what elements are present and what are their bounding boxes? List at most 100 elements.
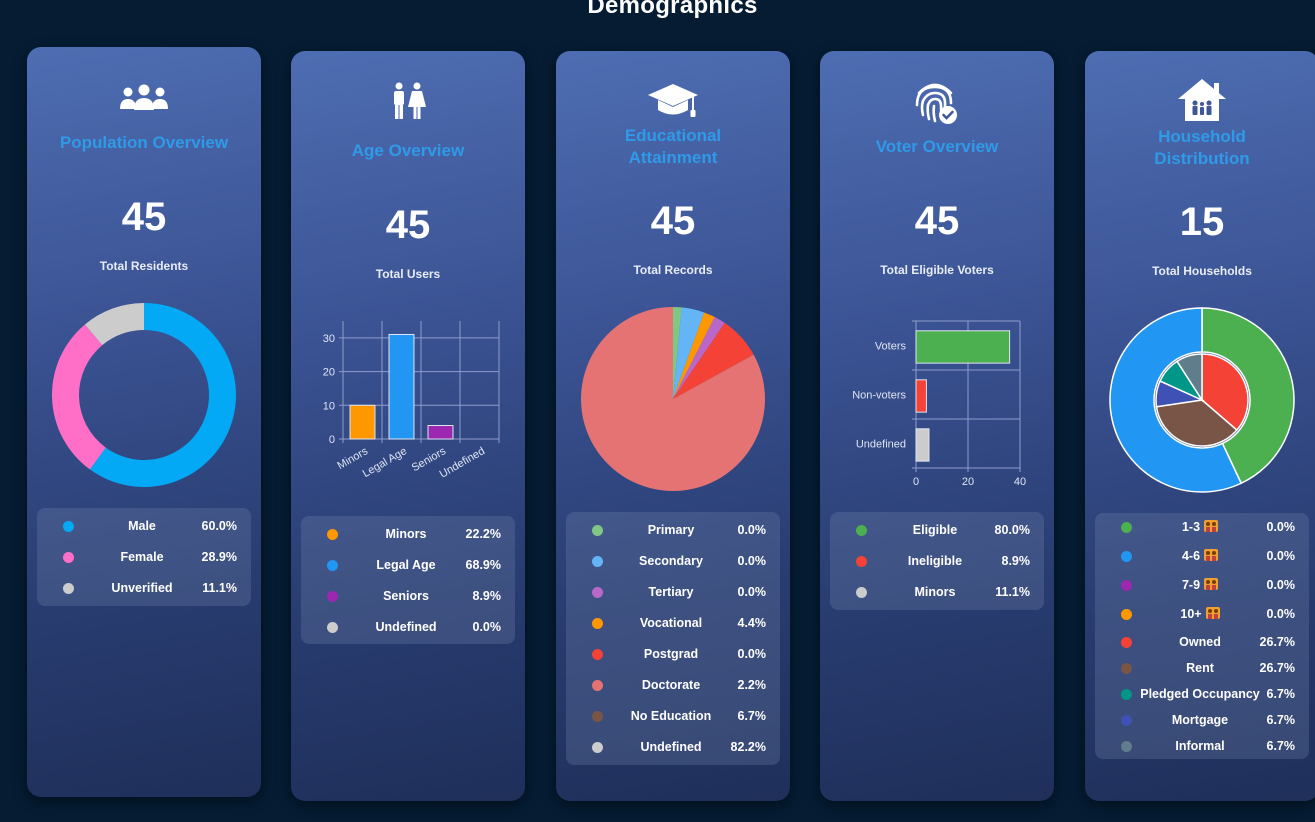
legend-label: Legal Age	[376, 558, 436, 572]
legend-label: Ineligible	[907, 554, 963, 568]
slice-female	[51, 324, 106, 470]
legend-item-seniors: Seniors 8.9%	[301, 587, 515, 607]
x-tick-label: 0	[913, 476, 919, 488]
card-title-line1: Educational	[624, 126, 722, 145]
bar-seniors	[427, 425, 454, 440]
family-icon	[1204, 578, 1219, 590]
legend-value: 8.9%	[472, 589, 502, 603]
legend-dot	[592, 587, 603, 598]
legend-item-mortgage: Mortgage 6.7%	[1095, 711, 1309, 731]
legend-item-10-plus: 10+ 0.0%	[1095, 605, 1309, 625]
total-residents-count: 45	[121, 195, 167, 239]
bar-undefined	[915, 428, 930, 462]
legend-value: 26.7%	[1259, 661, 1295, 675]
card-title-line2: Attainment	[628, 148, 718, 167]
x-tick-label: 20	[962, 476, 974, 488]
house-family-icon	[1085, 77, 1315, 128]
x-tick-label: Legal Age	[361, 445, 409, 480]
household-legend: 1-3 0.0% 4-6 0.0% 7-9 0.0% 10+ 0.0% Owne…	[1095, 513, 1309, 759]
legend-item-tertiary: Tertiary 0.0%	[566, 583, 780, 603]
y-tick-label: 0	[329, 434, 335, 446]
legend-dot	[63, 583, 74, 594]
y-tick-label: 20	[323, 367, 335, 379]
legend-value: 0.0%	[737, 647, 767, 661]
people-group-icon	[27, 83, 261, 116]
card-title-line2: Distribution	[1154, 149, 1250, 168]
y-tick-label: 30	[323, 333, 335, 345]
legend-value: 6.7%	[737, 709, 767, 723]
legend-label: Informal	[1175, 739, 1225, 753]
voter-bar-chart: 0 20 40 Voters Non-voters Undefined	[830, 313, 1044, 498]
legend-item-secondary: Secondary 0.0%	[566, 552, 780, 572]
total-users-count: 45	[385, 203, 431, 247]
legend-item-pledged-occupancy: Pledged Occupancy 6.7%	[1095, 685, 1309, 705]
legend-label: 10+	[1135, 607, 1265, 621]
legend-label: Male	[128, 519, 156, 533]
legend-value: 80.0%	[994, 523, 1030, 537]
card-title: Population Overview	[59, 133, 229, 152]
legend-dot	[592, 649, 603, 660]
legend-value: 68.9%	[465, 558, 501, 572]
legend-item-doctorate: Doctorate 2.2%	[566, 676, 780, 696]
age-bar-chart: 0 10 20 30 Minors Legal Age Seniors Undefined	[313, 313, 513, 498]
legend-dot	[1121, 551, 1132, 562]
legend-dot	[856, 556, 867, 567]
legend-item-unverified: Unverified 11.1%	[37, 579, 251, 599]
bar-voters	[915, 330, 1011, 364]
legend-value: 82.2%	[730, 740, 766, 754]
legend-dot	[592, 556, 603, 567]
y-tick-label: Non-voters	[852, 390, 906, 402]
legend-item-female: Female 28.9%	[37, 548, 251, 568]
legend-label: Tertiary	[648, 585, 694, 599]
legend-value: 22.2%	[465, 527, 501, 541]
legend-item-minors: Minors 11.1%	[830, 583, 1044, 603]
y-tick-label: 10	[323, 400, 335, 412]
population-doughnut-chart	[51, 302, 237, 493]
legend-label: Unverified	[111, 581, 173, 595]
legend-label: Doctorate	[641, 678, 701, 692]
legend-value: 11.1%	[995, 585, 1030, 599]
legend-label: Mortgage	[1171, 713, 1229, 727]
legend-item-eligible: Eligible 80.0%	[830, 521, 1044, 541]
legend-item-legal-age: Legal Age 68.9%	[301, 556, 515, 576]
legend-label: Undefined	[640, 740, 702, 754]
legend-dot	[1121, 637, 1132, 648]
legend-dot	[1121, 715, 1132, 726]
total-households-label: Total Households	[1152, 264, 1252, 278]
legend-label: Primary	[647, 523, 695, 537]
bar-non-voters	[915, 379, 927, 413]
card-title: Age Overview	[351, 141, 465, 160]
population-overview-card: Population Overview 45 Total Residents M…	[27, 47, 261, 797]
legend-item-no-education: No Education 6.7%	[566, 707, 780, 727]
legend-value: 0.0%	[1266, 549, 1296, 563]
legend-label: 7-9	[1135, 578, 1265, 592]
legend-dot	[1121, 609, 1132, 620]
legend-value: 11.1%	[202, 581, 237, 595]
bar-legal-age	[388, 333, 415, 440]
legend-dot	[327, 622, 338, 633]
legend-item-male: Male 60.0%	[37, 517, 251, 537]
legend-label: No Education	[630, 709, 712, 723]
legend-item-primary: Primary 0.0%	[566, 521, 780, 541]
legend-label: Secondary	[639, 554, 703, 568]
legend-dot	[592, 680, 603, 691]
legend-dot	[592, 711, 603, 722]
legend-item-informal: Informal 6.7%	[1095, 737, 1309, 757]
legend-value: 0.0%	[472, 620, 502, 634]
family-icon	[1205, 607, 1220, 619]
legend-label: Female	[120, 550, 164, 564]
legend-dot	[327, 529, 338, 540]
legend-value: 0.0%	[737, 554, 767, 568]
legend-item-undefined: Undefined 0.0%	[301, 618, 515, 638]
legend-value: 0.0%	[1266, 578, 1296, 592]
card-title-line1: Household	[1158, 127, 1246, 146]
legend-item-owned: Owned 26.7%	[1095, 633, 1309, 653]
total-eligible-voters-label: Total Eligible Voters	[880, 263, 994, 277]
education-legend: Primary 0.0% Secondary 0.0% Tertiary 0.0…	[566, 512, 780, 765]
age-overview-card: Age Overview 45 Total Users 0 10 20 30 Minor…	[291, 51, 525, 801]
legend-dot	[1121, 580, 1132, 591]
card-title: Household Distribution	[1085, 126, 1315, 170]
legend-dot	[63, 521, 74, 532]
legend-dot	[592, 742, 603, 753]
y-tick-label: Undefined	[856, 439, 906, 451]
